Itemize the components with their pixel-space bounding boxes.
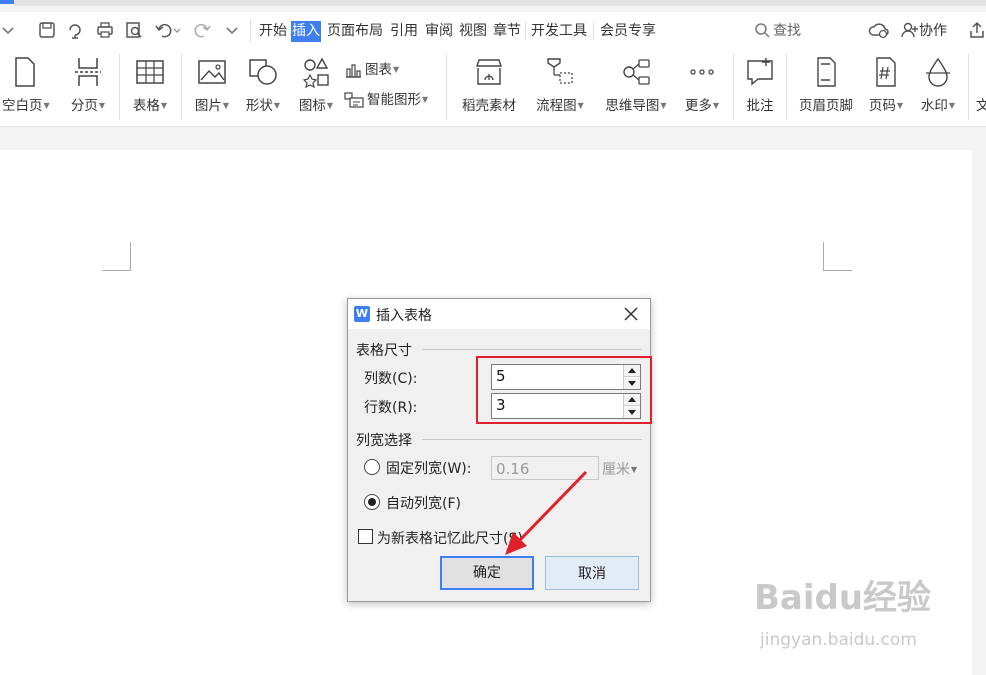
annotation-arrow xyxy=(505,470,588,555)
